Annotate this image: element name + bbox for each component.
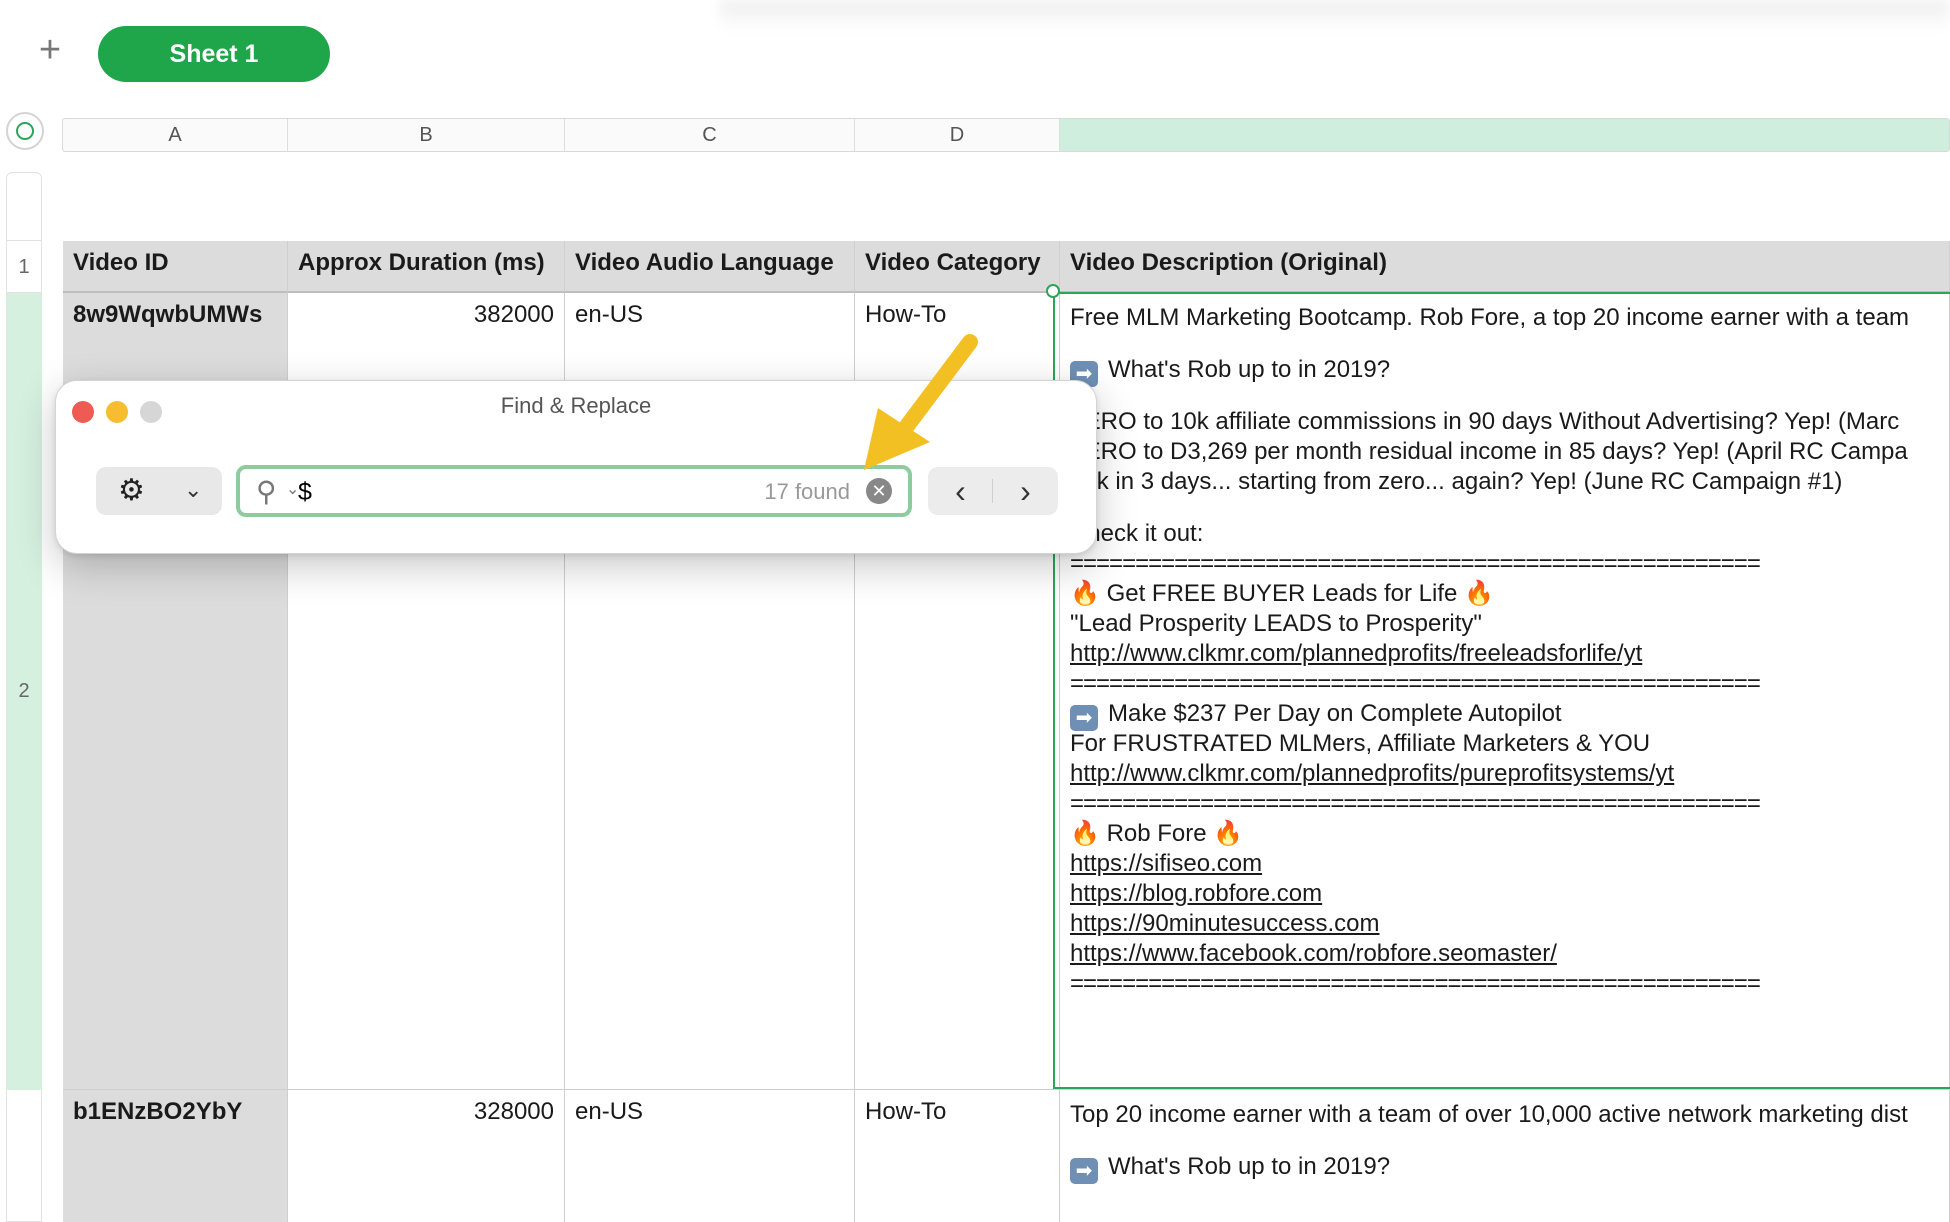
desc-line: 🔥 Get FREE BUYER Leads for Life 🔥	[1070, 580, 1494, 607]
search-field[interactable]: ⚲ ⌄ 17 found ✕	[236, 465, 912, 517]
separator-line: ========================================…	[1070, 790, 1761, 817]
desc-line: ➡ What's Rob up to in 2019?	[1070, 355, 1939, 387]
column-header-b[interactable]: B	[288, 119, 565, 151]
next-match-button[interactable]: ›	[993, 467, 1058, 515]
selection-handle[interactable]	[1046, 284, 1060, 298]
select-all-button[interactable]	[6, 112, 44, 150]
desc-line: "Lead Prosperity LEADS to Prosperity"	[1070, 610, 1482, 637]
link-blog[interactable]: https://blog.robfore.com	[1070, 879, 1939, 909]
toolbar-shadow	[720, 0, 1950, 30]
separator-line: ========================================…	[1070, 970, 1761, 997]
separator-line: ========================================…	[1070, 550, 1761, 577]
link-freeleads[interactable]: http://www.clkmr.com/plannedprofits/free…	[1070, 639, 1939, 669]
header-cell-language[interactable]: Video Audio Language	[565, 241, 855, 293]
annotation-arrow-icon	[864, 334, 978, 470]
table-cell-language[interactable]: en-US	[565, 1090, 855, 1222]
table-cell-description[interactable]: Top 20 income earner with a team of over…	[1060, 1090, 1950, 1222]
fire-icon: 🔥	[1213, 820, 1244, 847]
column-header-d[interactable]: D	[855, 119, 1060, 151]
desc-line: Top 20 income earner with a team of over…	[1070, 1101, 1908, 1128]
row-header-strip: 1 2	[6, 172, 42, 1222]
table-cell-category[interactable]: How-To	[855, 1090, 1060, 1222]
link-facebook[interactable]: https://www.facebook.com/robfore.seomast…	[1070, 939, 1939, 969]
clear-search-icon[interactable]: ✕	[866, 478, 892, 504]
header-cell-duration[interactable]: Approx Duration (ms)	[288, 241, 565, 293]
row-header-2[interactable]: 2	[6, 293, 42, 1090]
desc-line: ➡ What's Rob up to in 2019?	[1070, 1152, 1939, 1184]
table-cell-video-id[interactable]: b1ENzBO2YbY	[63, 1090, 288, 1222]
fire-icon: 🔥	[1070, 820, 1100, 847]
arrow-right-icon: ➡	[1070, 1158, 1098, 1184]
add-sheet-icon[interactable]: +	[30, 30, 70, 70]
row-header-blank	[6, 172, 42, 241]
arrow-right-icon: ➡	[1070, 705, 1098, 731]
desc-line: 🔥 Rob Fore 🔥	[1070, 820, 1244, 847]
desc-line: $3k in 3 days... starting from zero... a…	[1070, 468, 1843, 495]
header-cell-description[interactable]: Video Description (Original)	[1060, 241, 1950, 293]
search-icon: ⚲	[256, 476, 277, 507]
column-header-bar: A B C D	[62, 118, 1950, 152]
desc-line: Free MLM Marketing Bootcamp. Rob Fore, a…	[1070, 304, 1910, 331]
column-header-e[interactable]	[1060, 119, 1949, 151]
link-sifiseo[interactable]: https://sifiseo.com	[1070, 849, 1939, 879]
found-count: 17 found	[764, 479, 850, 504]
search-input[interactable]	[298, 477, 598, 507]
link-pureprofit[interactable]: http://www.clkmr.com/plannedprofits/pure…	[1070, 759, 1939, 789]
fire-icon: 🔥	[1464, 580, 1494, 607]
fire-icon: 🔥	[1070, 580, 1100, 607]
link-90minute[interactable]: https://90minutesuccess.com	[1070, 909, 1939, 939]
column-header-a[interactable]: A	[63, 119, 288, 151]
column-header-c[interactable]: C	[565, 119, 855, 151]
row-header-1[interactable]: 1	[6, 241, 42, 293]
chevron-down-icon: ⌄	[184, 477, 203, 502]
desc-line: ➡ Make $237 Per Day on Complete Autopilot	[1070, 699, 1939, 731]
tab-sheet-1[interactable]: Sheet 1	[98, 26, 330, 82]
separator-line: ========================================…	[1070, 670, 1761, 697]
header-cell-video-id[interactable]: Video ID	[63, 241, 288, 293]
desc-line: For FRUSTRATED MLMers, Affiliate Markete…	[1070, 730, 1651, 757]
gear-icon: ⚙	[118, 474, 145, 507]
settings-menu-button[interactable]: ⚙ ⌄	[96, 467, 222, 515]
table-cell-duration[interactable]: 328000	[288, 1090, 565, 1222]
table-cell-description[interactable]: Free MLM Marketing Bootcamp. Rob Fore, a…	[1060, 293, 1950, 1090]
row-header-3[interactable]	[6, 1090, 42, 1222]
desc-line: ZERO to 10k affiliate commissions in 90 …	[1070, 408, 1900, 435]
desc-line: Check it out:	[1070, 520, 1204, 547]
desc-line: ZERO to D3,269 per month residual income…	[1070, 438, 1908, 465]
header-cell-category[interactable]: Video Category	[855, 241, 1060, 293]
